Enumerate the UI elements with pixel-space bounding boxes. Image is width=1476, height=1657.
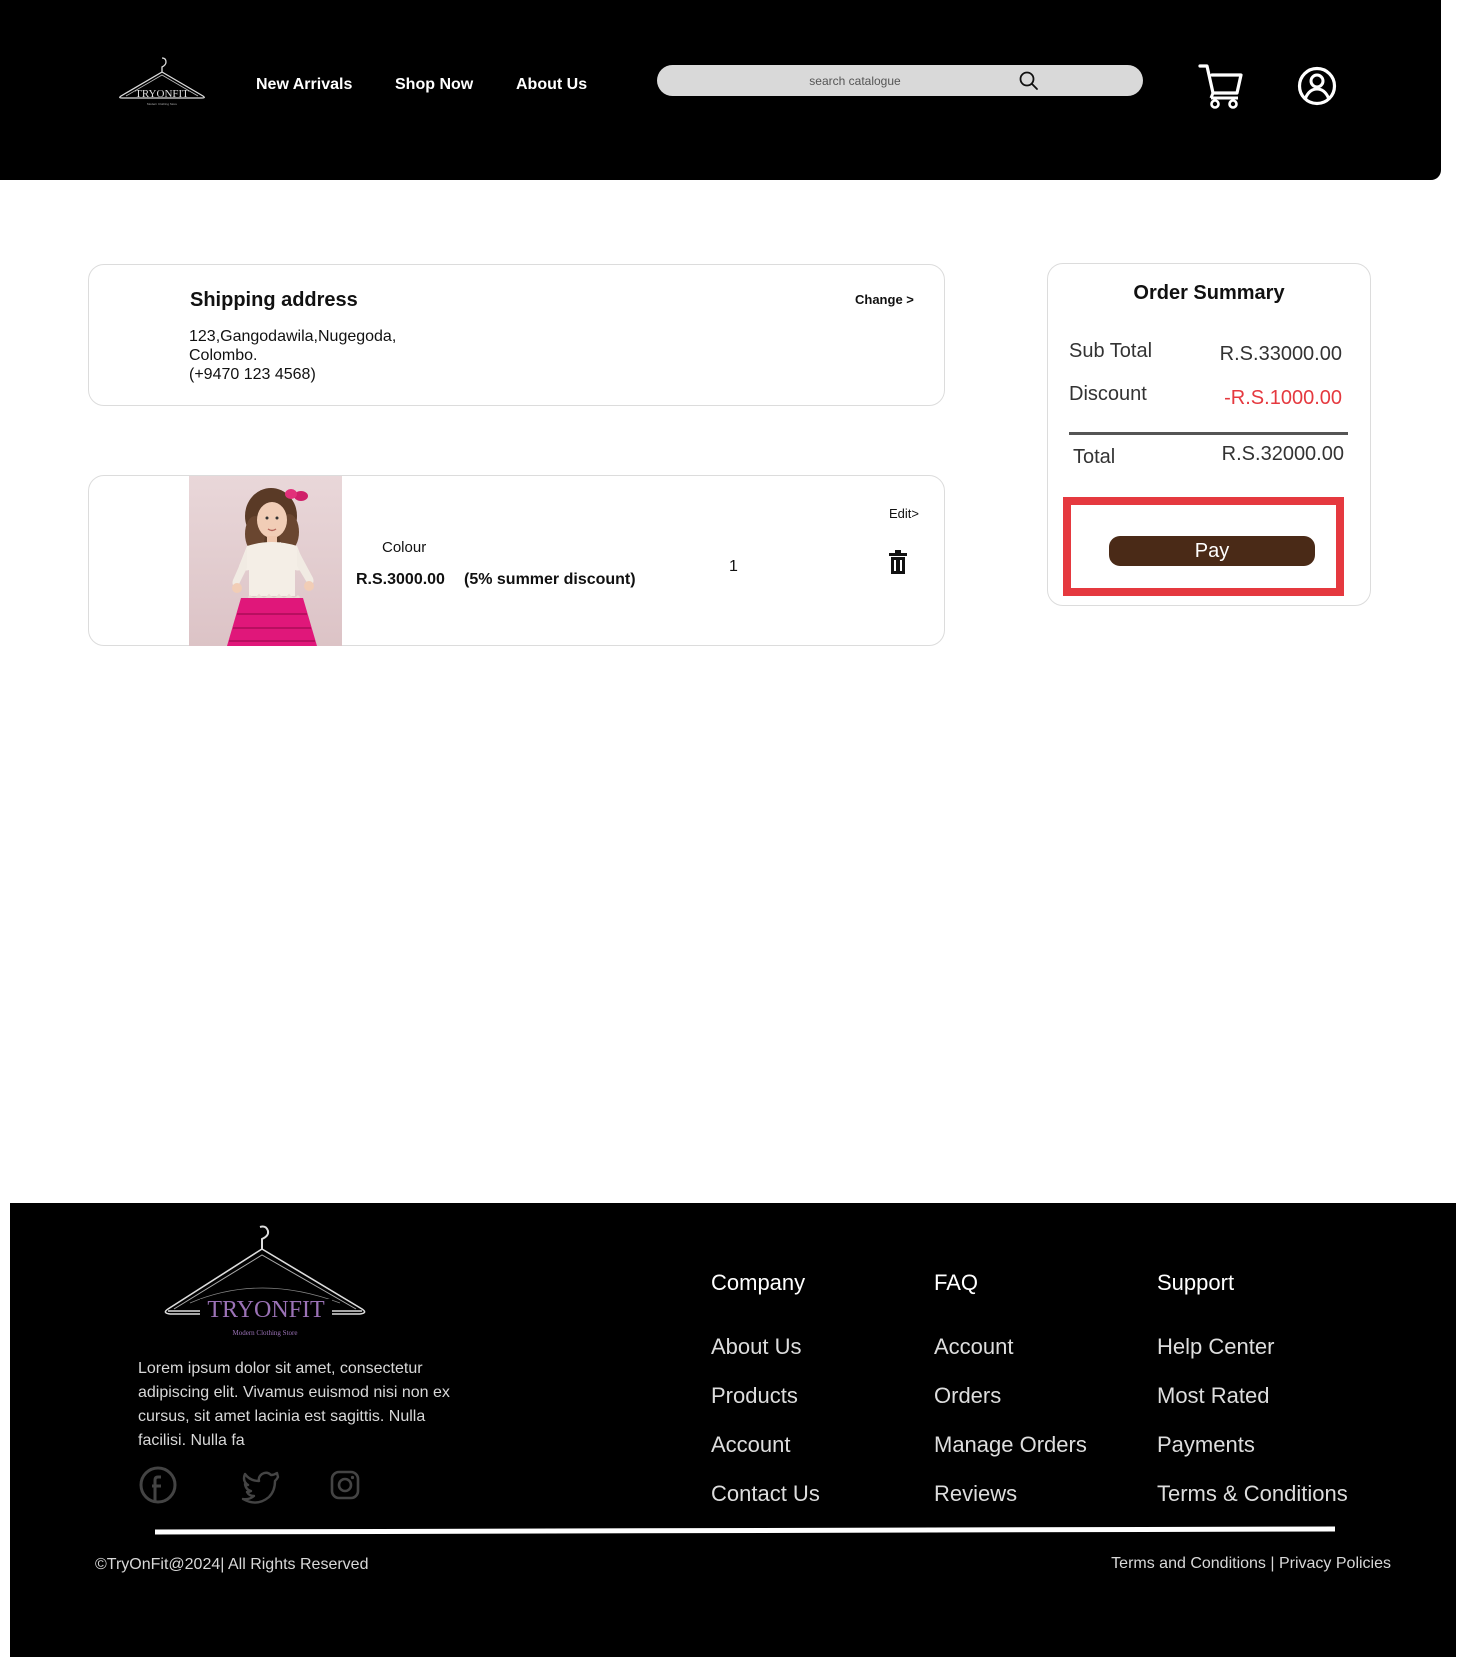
change-address-link[interactable]: Change > xyxy=(855,292,914,307)
twitter-icon[interactable] xyxy=(241,1465,281,1505)
brand-logo[interactable]: TRYONFIT Modern Clothing Store xyxy=(118,56,206,112)
privacy-policies-link[interactable]: Privacy Policies xyxy=(1279,1555,1391,1572)
site-footer: TRYONFIT Modern Clothing Store Lorem ips… xyxy=(10,1203,1456,1657)
footer-link-contact-us[interactable]: Contact Us xyxy=(711,1481,820,1507)
instagram-icon[interactable] xyxy=(325,1465,365,1505)
product-image[interactable] xyxy=(189,476,342,646)
footer-link-manage-orders[interactable]: Manage Orders xyxy=(934,1432,1087,1458)
footer-link-orders[interactable]: Orders xyxy=(934,1383,1001,1409)
nav-about-us[interactable]: About Us xyxy=(516,76,587,94)
total-value: R.S.32000.00 xyxy=(1221,443,1344,465)
nav-shop-now[interactable]: Shop Now xyxy=(395,76,473,94)
shipping-address-card: Shipping address Change > 123,Gangodawil… xyxy=(88,264,945,406)
item-colour-label: Colour xyxy=(382,539,427,556)
trash-icon[interactable] xyxy=(888,549,908,575)
discount-value: -R.S.1000.00 xyxy=(1224,387,1342,409)
footer-link-reviews[interactable]: Reviews xyxy=(934,1481,1017,1507)
footer-col-support-title: Support xyxy=(1157,1270,1235,1295)
svg-text:Modern Clothing Store: Modern Clothing Store xyxy=(233,1329,298,1337)
search-bar xyxy=(657,65,1143,96)
order-summary-title: Order Summary xyxy=(1133,282,1285,304)
legal-separator: | xyxy=(1265,1555,1279,1572)
footer-link-payments[interactable]: Payments xyxy=(1157,1432,1255,1458)
nav-new-arrivals[interactable]: New Arrivals xyxy=(256,76,352,94)
facebook-icon[interactable] xyxy=(138,1465,178,1505)
copyright-text: ©TryOnFit@2024| All Rights Reserved xyxy=(95,1556,369,1573)
search-input[interactable] xyxy=(657,65,1143,96)
item-discount-note: (5% summer discount) xyxy=(464,571,636,588)
subtotal-label: Sub Total xyxy=(1069,340,1153,362)
pay-button[interactable]: Pay xyxy=(1109,536,1315,566)
terms-and-conditions-link[interactable]: Terms and Conditions xyxy=(1111,1555,1266,1572)
footer-col-company-title: Company xyxy=(711,1270,806,1295)
footer-divider xyxy=(154,1526,1336,1535)
total-label: Total xyxy=(1073,446,1116,468)
shipping-title: Shipping address xyxy=(190,289,358,311)
svg-text:Modern Clothing Store: Modern Clothing Store xyxy=(147,102,177,106)
shipping-address: 123,Gangodawila,Nugegoda, Colombo. (+947… xyxy=(189,327,396,384)
discount-label: Discount xyxy=(1069,383,1147,405)
footer-brand-logo[interactable]: TRYONFIT Modern Clothing Store xyxy=(160,1223,370,1347)
footer-link-about-us[interactable]: About Us xyxy=(711,1334,802,1360)
footer-link-help-center[interactable]: Help Center xyxy=(1157,1334,1274,1360)
address-line-1: 123,Gangodawila,Nugegoda, xyxy=(189,328,397,345)
footer-link-products[interactable]: Products xyxy=(711,1383,798,1409)
footer-description: Lorem ipsum dolor sit amet, consectetur … xyxy=(138,1360,450,1449)
item-quantity[interactable]: 1 xyxy=(729,558,738,576)
order-summary-card: Order Summary Sub Total R.S.33000.00 Dis… xyxy=(1047,263,1371,606)
footer-brand-name: TRYONFIT xyxy=(207,1297,325,1323)
address-phone: (+9470 123 4568) xyxy=(189,366,316,383)
footer-link-terms[interactable]: Terms & Conditions xyxy=(1157,1481,1348,1507)
site-header: TRYONFIT Modern Clothing Store New Arriv… xyxy=(0,0,1441,180)
footer-col-faq-title: FAQ xyxy=(934,1270,979,1295)
footer-link-faq-account[interactable]: Account xyxy=(934,1334,1014,1360)
footer-legal-links: Terms and Conditions | Privacy Policies xyxy=(1111,1555,1391,1573)
cart-item-card: Colour R.S.3000.00 (5% summer discount) … xyxy=(88,475,945,646)
user-account-icon[interactable] xyxy=(1297,66,1337,106)
footer-link-account[interactable]: Account xyxy=(711,1432,791,1458)
address-line-2: Colombo. xyxy=(189,347,258,364)
edit-item-link[interactable]: Edit> xyxy=(889,506,919,521)
search-icon[interactable] xyxy=(1018,70,1040,92)
item-price: R.S.3000.00 xyxy=(356,571,445,588)
footer-link-most-rated[interactable]: Most Rated xyxy=(1157,1383,1270,1409)
cart-icon[interactable] xyxy=(1198,62,1244,110)
svg-text:TRYONFIT: TRYONFIT xyxy=(135,88,189,100)
subtotal-value: R.S.33000.00 xyxy=(1219,343,1342,365)
summary-divider xyxy=(1069,432,1348,435)
